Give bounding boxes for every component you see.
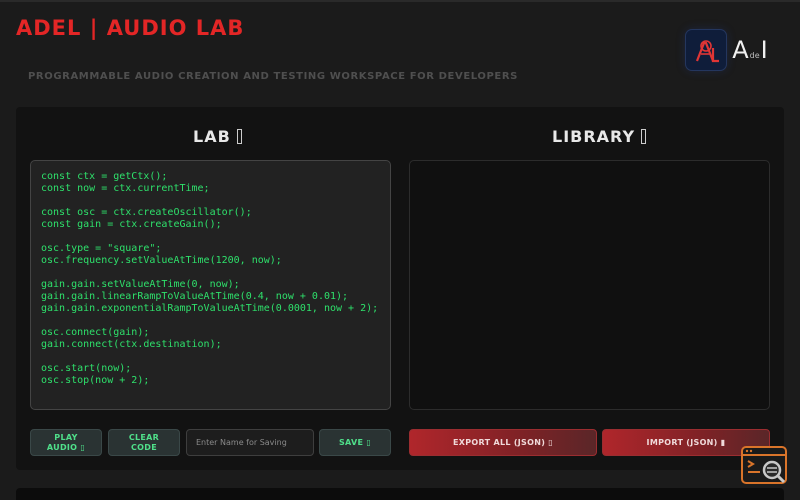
library-title: LIBRARY — [552, 127, 636, 146]
import-label: IMPORT (JSON) ▮ — [646, 437, 726, 447]
al-logo-mark — [695, 40, 719, 63]
lab-title: LAB — [193, 127, 231, 146]
play-audio-label-line1: PLAY — [54, 432, 78, 442]
export-all-label: EXPORT ALL (JSON) ▯ — [453, 437, 553, 447]
library-title-cursor-icon — [641, 129, 647, 144]
ai-logo-i: I — [760, 36, 768, 64]
play-audio-label-line2: AUDIO ▯ — [46, 442, 86, 452]
save-name-input[interactable] — [186, 429, 314, 456]
code-line: osc.frequency.setValueAtTime(1200, now); — [41, 255, 282, 266]
code-editor[interactable]: const ctx = getCtx(); const now = ctx.cu… — [30, 160, 391, 410]
bottom-panel — [16, 488, 784, 500]
ai-logo-a: A — [732, 36, 749, 64]
header: ADEL | AUDIO LAB PROGRAMMABLE AUDIO CREA… — [0, 0, 800, 100]
library-list[interactable] — [409, 160, 770, 410]
app-title: ADEL | AUDIO LAB — [16, 16, 245, 40]
library-heading: LIBRARY — [552, 127, 647, 146]
save-button[interactable]: SAVE ▯ — [319, 429, 391, 456]
code-line: osc.stop(now + 2); — [41, 375, 150, 386]
terminal-search-icon[interactable] — [740, 444, 790, 488]
code-line: const gain = ctx.createGain(); — [41, 219, 222, 230]
code-line: const now = ctx.currentTime; — [41, 183, 210, 194]
lab-title-cursor-icon — [236, 129, 242, 144]
code-line: const ctx = getCtx(); — [41, 171, 168, 182]
code-line: gain.connect(ctx.destination); — [41, 339, 222, 350]
export-all-json-button[interactable]: EXPORT ALL (JSON) ▯ — [409, 429, 597, 456]
code-line: gain.gain.setValueAtTime(0, now); — [41, 279, 240, 290]
app-subtitle: PROGRAMMABLE AUDIO CREATION AND TESTING … — [28, 71, 518, 82]
save-button-label: SAVE ▯ — [338, 437, 372, 447]
clear-code-button[interactable]: CLEAR CODE — [108, 429, 180, 456]
code-line: osc.type = "square"; — [41, 243, 162, 254]
code-line: gain.gain.exponentialRampToValueAtTime(0… — [41, 303, 379, 314]
al-logo — [686, 30, 726, 70]
code-line: const osc = ctx.createOscillator(); — [41, 207, 252, 218]
code-line: osc.start(now); — [41, 363, 132, 374]
lab-heading: LAB — [193, 127, 242, 146]
code-line: gain.gain.linearRampToValueAtTime(0.4, n… — [41, 291, 349, 302]
code-line: osc.connect(gain); — [41, 327, 150, 338]
play-audio-button[interactable]: PLAY AUDIO ▯ — [30, 429, 102, 456]
ai-logo: A de I — [728, 30, 772, 70]
ai-logo-de: de — [749, 50, 760, 60]
clear-code-label-line2: CODE — [131, 442, 157, 452]
clear-code-label-line1: CLEAR — [128, 432, 160, 442]
